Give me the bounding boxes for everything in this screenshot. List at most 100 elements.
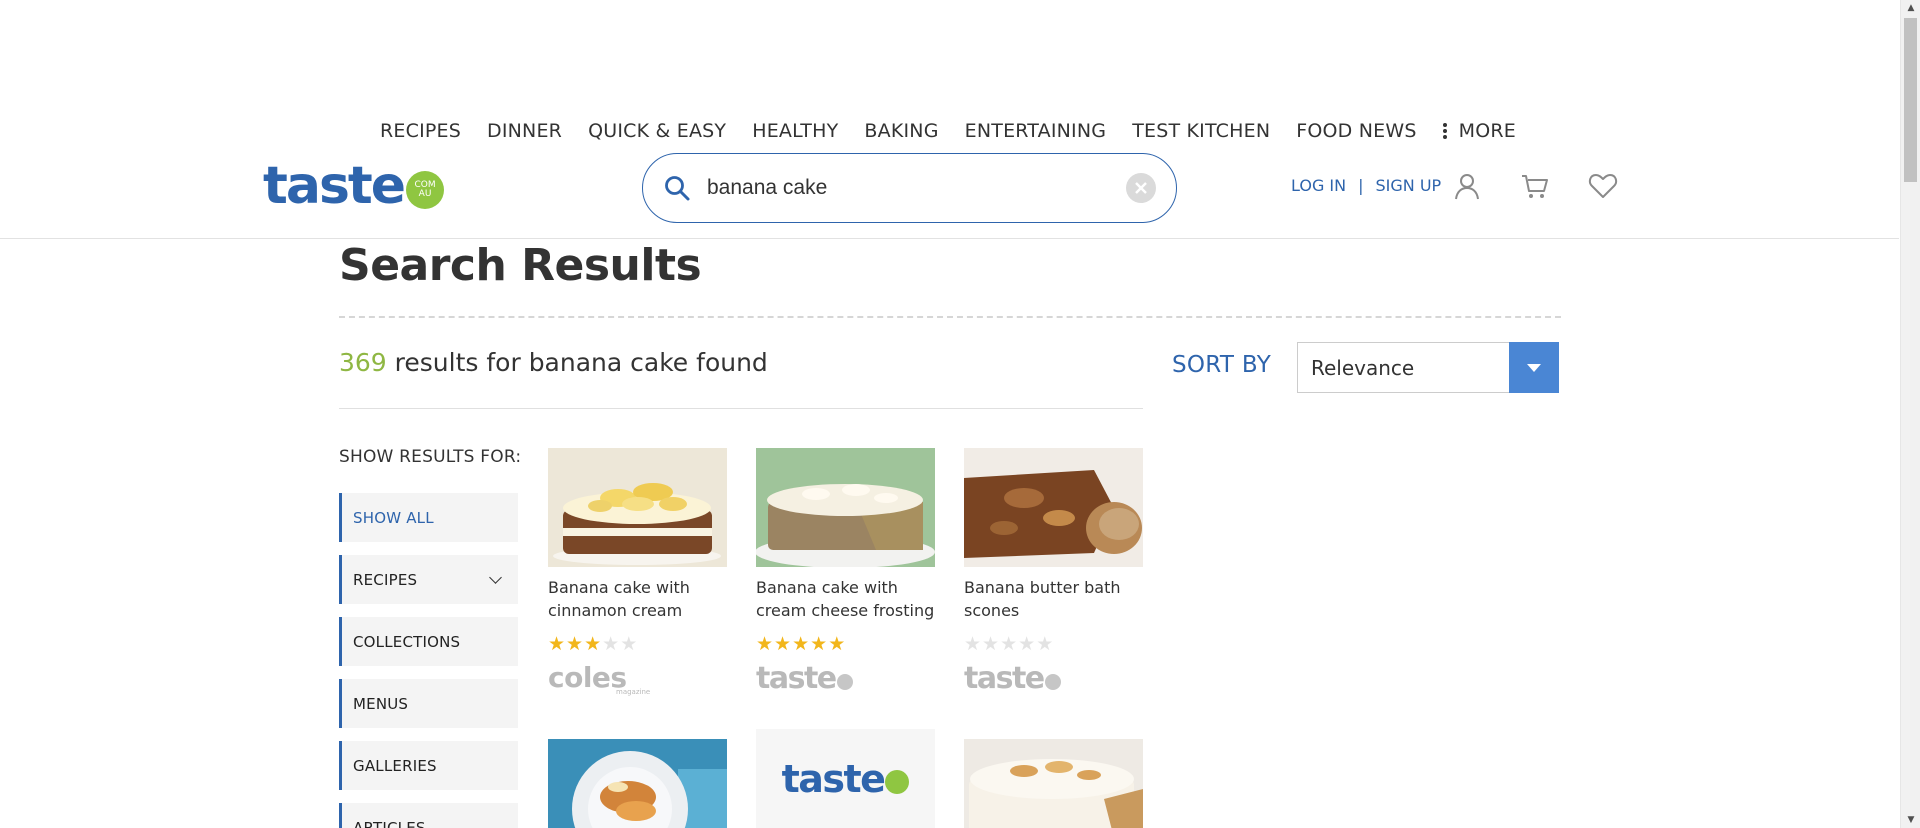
nav-recipes[interactable]: RECIPES xyxy=(380,120,461,142)
nav-test-kitchen[interactable]: TEST KITCHEN xyxy=(1132,120,1270,142)
source-name: coles xyxy=(548,661,627,694)
results-count: 369 xyxy=(339,348,387,377)
nav-baking[interactable]: BAKING xyxy=(864,120,938,142)
source-logo-taste: taste xyxy=(964,664,1143,694)
recipe-image[interactable] xyxy=(756,448,935,567)
filter-show-all[interactable]: SHOW ALL xyxy=(339,493,518,542)
rating-stars: ★ ★ ★ ★ ★ xyxy=(548,635,727,654)
header-divider xyxy=(0,238,1899,239)
recipe-title[interactable]: Banana cake with cinnamon cream xyxy=(548,576,727,622)
scrollbar-thumb[interactable] xyxy=(1904,18,1917,182)
cart-icon[interactable] xyxy=(1520,171,1550,201)
star-icon: ★ xyxy=(566,633,584,655)
sort-select[interactable]: Relevance xyxy=(1297,342,1559,393)
recipe-card[interactable]: Banana butter bath scones ★ ★ ★ ★ ★ taste xyxy=(964,448,1143,694)
results-summary: 369 results for banana cake found xyxy=(339,348,768,377)
logo-badge-bottom: AU xyxy=(418,189,432,199)
signup-link[interactable]: SIGN UP xyxy=(1376,176,1442,195)
recipe-image-placeholder[interactable]: taste xyxy=(756,729,935,828)
filter-label: MENUS xyxy=(353,694,409,713)
star-icon: ★ xyxy=(548,633,566,655)
filter-label: RECIPES xyxy=(353,570,418,589)
star-icon: ★ xyxy=(756,633,774,655)
star-icon: ★ xyxy=(584,633,602,655)
logo-word: taste xyxy=(263,156,406,216)
nav-more[interactable]: MORE xyxy=(1442,120,1516,142)
filter-heading: SHOW RESULTS FOR: xyxy=(339,447,522,467)
source-sub: magazine xyxy=(616,688,651,696)
clear-search-icon[interactable] xyxy=(1126,173,1156,203)
chevron-down-icon[interactable] xyxy=(489,571,502,584)
recipe-image[interactable] xyxy=(964,448,1143,567)
logo-badge-icon xyxy=(885,769,910,794)
logo-badge: COM AU xyxy=(406,171,445,209)
recipe-title[interactable]: Banana butter bath scones xyxy=(964,576,1143,622)
star-icon: ★ xyxy=(1018,633,1036,655)
source-name: taste xyxy=(964,661,1045,696)
filter-recipes[interactable]: RECIPES xyxy=(339,555,518,604)
user-icon[interactable] xyxy=(1452,171,1482,201)
nav-dinner[interactable]: DINNER xyxy=(487,120,562,142)
star-icon: ★ xyxy=(620,633,638,655)
recipe-image[interactable] xyxy=(548,448,727,567)
auth-separator: | xyxy=(1358,176,1364,195)
star-icon: ★ xyxy=(828,633,846,655)
scroll-up-icon[interactable]: ▲ xyxy=(1901,0,1920,16)
logo-badge-icon xyxy=(836,674,853,690)
chevron-down-icon[interactable] xyxy=(1509,342,1559,393)
results-divider xyxy=(339,408,1143,409)
recipe-card[interactable]: taste xyxy=(756,729,935,828)
sort-value: Relevance xyxy=(1311,355,1415,380)
site-logo[interactable]: taste COM AU xyxy=(263,156,445,216)
search-bar xyxy=(642,153,1177,223)
star-icon: ★ xyxy=(1036,633,1054,655)
star-icon: ★ xyxy=(1000,633,1018,655)
main-nav: RECIPES DINNER QUICK & EASY HEALTHY BAKI… xyxy=(380,114,1542,148)
source-logo-coles: coles magazine xyxy=(548,664,727,696)
recipe-card[interactable] xyxy=(964,729,1143,828)
nav-entertaining[interactable]: ENTERTAINING xyxy=(965,120,1107,142)
logo-badge-icon xyxy=(1044,674,1061,690)
recipe-image[interactable] xyxy=(548,729,727,828)
results-text: results for banana cake found xyxy=(394,348,768,377)
page-scrollbar[interactable]: ▲ ▼ xyxy=(1900,0,1920,828)
star-icon: ★ xyxy=(792,633,810,655)
star-icon: ★ xyxy=(810,633,828,655)
auth-links: LOG IN | SIGN UP xyxy=(1291,176,1441,195)
search-icon[interactable] xyxy=(663,174,691,202)
source-name: taste xyxy=(756,661,837,696)
filter-galleries[interactable]: GALLERIES xyxy=(339,741,518,790)
star-icon: ★ xyxy=(774,633,792,655)
filter-list: SHOW ALL RECIPES COLLECTIONS MENUS GALLE… xyxy=(339,493,518,828)
filter-label: ARTICLES xyxy=(353,818,426,828)
star-icon: ★ xyxy=(602,633,620,655)
recipe-card[interactable]: Banana cake with cinnamon cream ★ ★ ★ ★ ★ co… xyxy=(548,448,727,696)
rating-stars: ★ ★ ★ ★ ★ xyxy=(756,635,935,654)
nav-healthy[interactable]: HEALTHY xyxy=(752,120,838,142)
page-title: Search Results xyxy=(339,240,702,291)
nav-quick-easy[interactable]: QUICK & EASY xyxy=(588,120,726,142)
rating-stars: ★ ★ ★ ★ ★ xyxy=(964,635,1143,654)
filter-menus[interactable]: MENUS xyxy=(339,679,518,728)
header-icons xyxy=(1452,171,1656,201)
recipe-image[interactable] xyxy=(964,729,1143,828)
search-input[interactable] xyxy=(707,176,1126,200)
scroll-down-icon[interactable]: ▼ xyxy=(1901,812,1920,828)
filter-label: GALLERIES xyxy=(353,756,437,775)
sort-label: SORT BY xyxy=(1172,352,1272,378)
title-divider xyxy=(339,316,1561,318)
filter-label: SHOW ALL xyxy=(353,508,434,527)
recipe-title[interactable]: Banana cake with cream cheese frosting xyxy=(756,576,935,622)
nav-more-label: MORE xyxy=(1458,120,1516,142)
nav-food-news[interactable]: FOOD NEWS xyxy=(1296,120,1416,142)
star-icon: ★ xyxy=(982,633,1000,655)
more-dots-icon xyxy=(1442,123,1447,139)
recipe-card[interactable] xyxy=(548,729,727,828)
filter-collections[interactable]: COLLECTIONS xyxy=(339,617,518,666)
recipe-card[interactable]: Banana cake with cream cheese frosting ★… xyxy=(756,448,935,694)
login-link[interactable]: LOG IN xyxy=(1291,176,1346,195)
source-logo-taste: taste xyxy=(756,664,935,694)
heart-icon[interactable] xyxy=(1588,171,1618,201)
filter-articles[interactable]: ARTICLES xyxy=(339,803,518,828)
filter-label: COLLECTIONS xyxy=(353,632,461,651)
